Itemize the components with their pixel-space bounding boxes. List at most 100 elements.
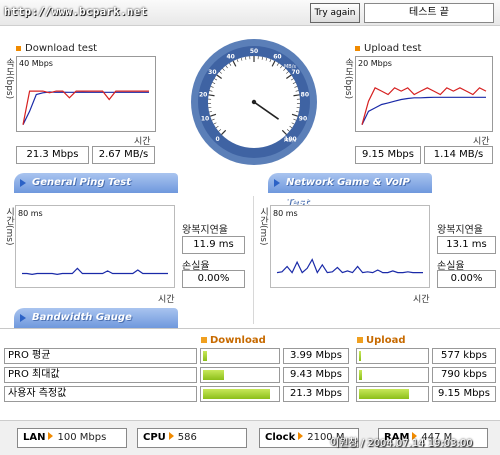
game-time-label: 시간 — [413, 295, 430, 305]
ping-scale-label: 80 ms — [18, 209, 43, 218]
gauge-tick-label: 60 — [273, 54, 281, 61]
upload-speed-mbs: 1.14 MB/s — [424, 146, 493, 164]
upload-bar-track — [356, 386, 429, 402]
clock-key: Clock — [265, 432, 296, 443]
arrow-icon — [274, 179, 280, 187]
cpu-key: CPU — [143, 432, 166, 443]
bandwidth-row-label: PRO 평균 — [4, 348, 197, 364]
game-graph-canvas — [276, 258, 423, 274]
download-value: 3.99 Mbps — [283, 348, 349, 364]
gauge-tick-label: 40 — [226, 54, 234, 61]
upload-bar-fill — [359, 389, 409, 399]
tab-general-ping-test-label: General Ping Test — [32, 177, 132, 188]
upload-graph-canvas — [361, 86, 487, 125]
arrow-icon — [168, 432, 174, 440]
ping-time-label: 시간 — [158, 295, 175, 305]
gauge-tick-label: 50 — [250, 48, 258, 55]
try-again-button[interactable]: Try again — [310, 3, 360, 23]
upload-bar-track — [356, 348, 429, 364]
series-line-2 — [22, 90, 149, 125]
upload-speed-mbps: 9.15 Mbps — [355, 146, 421, 164]
lan-info: LAN 100 Mbps — [17, 428, 127, 448]
gauge-tick-label: 80 — [301, 91, 309, 98]
arrow-icon — [20, 314, 26, 322]
bandwidth-rule — [0, 328, 500, 329]
download-bar-fill — [203, 370, 224, 380]
bandwidth-row-label: 사용자 측정값 — [4, 386, 197, 402]
gauge-hub — [251, 99, 257, 105]
gauge-tick-label: 20 — [199, 91, 207, 98]
ping-graph-canvas — [22, 267, 168, 276]
download-test-title: Download test — [16, 43, 97, 54]
ping-loss-value: 0.00% — [182, 270, 245, 288]
arrow-icon — [48, 432, 54, 440]
upload-value: 790 kbps — [432, 367, 496, 383]
upload-test-title: Upload test — [355, 43, 421, 54]
game-axis-label: 시간(ms) — [258, 207, 268, 246]
speedometer-dial: 0102030405060708090100MB/sMB/s — [191, 39, 317, 165]
ping-latency-label: 왕복지연율 — [182, 225, 228, 236]
download-bar-fill — [203, 351, 207, 361]
upload-bar-fill — [359, 351, 361, 361]
game-loss-value: 0.00% — [437, 270, 496, 288]
gauge-tick-label: 30 — [208, 69, 216, 76]
series-line-1 — [22, 267, 168, 276]
lan-key: LAN — [23, 432, 46, 443]
arrow-icon — [298, 432, 304, 440]
download-test-title-text: Download test — [25, 43, 98, 54]
download-scale-label: 40 Mbps — [19, 59, 53, 68]
download-bar-track — [200, 348, 280, 364]
bandwidth-download-header-text: Download — [210, 335, 266, 346]
bandwidth-upload-header-text: Upload — [366, 335, 406, 346]
gauge-tick-label: 10 — [201, 115, 209, 122]
upload-bar-track — [356, 367, 429, 383]
cpu-value: 586 — [177, 432, 197, 443]
download-bar-track — [200, 367, 280, 383]
bullet-icon — [201, 337, 207, 343]
game-latency-label: 왕복지연율 — [437, 225, 483, 236]
tab-general-ping-test[interactable]: General Ping Test — [14, 173, 178, 193]
download-axis-label: 속도(bps) — [4, 58, 14, 100]
series-line-2 — [361, 86, 487, 125]
download-speed-mbps: 21.3 Mbps — [16, 146, 89, 164]
series-line-1 — [361, 96, 486, 125]
test-status-field: 테스트 끝 — [364, 3, 494, 23]
download-bar-fill — [203, 389, 270, 399]
tab-bandwidth-gauge-label: Bandwidth Gauge — [32, 312, 132, 323]
tab-network-game-voip-test[interactable]: Network Game & VoIP Test — [268, 173, 432, 208]
bandwidth-upload-header: Upload — [357, 335, 405, 346]
bandwidth-download-header: Download — [201, 335, 266, 346]
lan-value: 100 Mbps — [57, 432, 107, 443]
upload-test-title-text: Upload test — [364, 43, 422, 54]
upload-value: 577 kbps — [432, 348, 496, 364]
tab-network-game-voip-label: Network Game & VoIP Test — [286, 177, 410, 208]
game-latency-value: 13.1 ms — [437, 236, 496, 254]
gauge-unit-label: MB/s — [284, 138, 296, 144]
download-graph-canvas — [22, 90, 149, 125]
gauge-tick-label: 70 — [291, 69, 299, 76]
section-divider — [253, 196, 254, 324]
gauge-tick-label: 0 — [215, 136, 219, 143]
series-line-1 — [276, 258, 423, 274]
watermark-text: 이원창 / 2004.07.14 19:03:00 — [330, 438, 473, 449]
bullet-icon — [355, 45, 360, 51]
game-scale-label: 80 ms — [273, 209, 298, 218]
upload-value: 9.15 Mbps — [432, 386, 496, 402]
gauge-tick-label: 90 — [299, 115, 307, 122]
arrow-icon — [20, 179, 26, 187]
gauge-unit-label: MB/s — [284, 64, 296, 70]
bandwidth-row-label: PRO 최대값 — [4, 367, 197, 383]
download-value: 9.43 Mbps — [283, 367, 349, 383]
ping-latency-value: 11.9 ms — [182, 236, 245, 254]
upload-scale-label: 20 Mbps — [358, 59, 392, 68]
download-value: 21.3 Mbps — [283, 386, 349, 402]
upload-bar-fill — [359, 370, 362, 380]
tab-bandwidth-gauge[interactable]: Bandwidth Gauge — [14, 308, 178, 328]
download-speed-mbs: 2.67 MB/s — [92, 146, 155, 164]
upload-axis-label: 속도(bps) — [343, 58, 353, 100]
site-url: http://www.bcpark.net — [4, 5, 148, 18]
bullet-icon — [16, 45, 21, 51]
download-bar-track — [200, 386, 280, 402]
bullet-icon — [357, 337, 363, 343]
series-line-1 — [22, 91, 149, 125]
